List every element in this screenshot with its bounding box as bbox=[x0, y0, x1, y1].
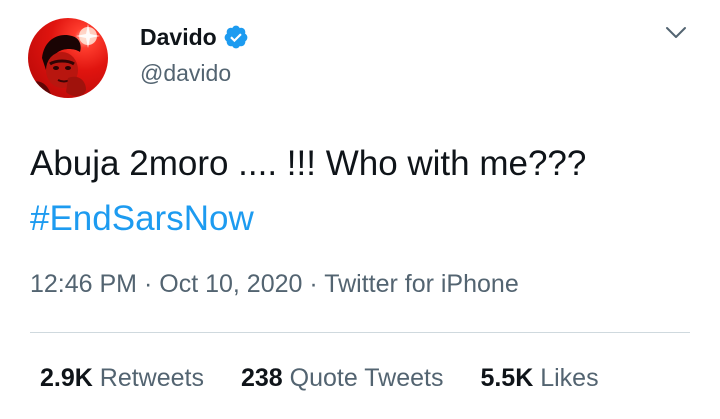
author-name[interactable]: Davido bbox=[140, 24, 217, 51]
tweet-source[interactable]: Twitter for iPhone bbox=[324, 270, 519, 298]
retweets-count: 2.9K bbox=[40, 364, 93, 392]
quote-tweets-stat[interactable]: 238 Quote Tweets bbox=[241, 364, 443, 393]
quote-tweets-count: 238 bbox=[240, 364, 283, 392]
hashtag-link[interactable]: #EndSarsNow bbox=[30, 191, 700, 246]
quote-tweets-label: Quote Tweets bbox=[289, 364, 444, 392]
author-row: Davido bbox=[140, 22, 249, 52]
avatar[interactable] bbox=[28, 18, 108, 98]
retweets-label: Retweets bbox=[99, 364, 204, 392]
tweet-text: Abuja 2moro .... !!! Who with me??? bbox=[30, 144, 587, 183]
likes-label: Likes bbox=[540, 364, 599, 392]
author-handle[interactable]: @davido bbox=[140, 60, 231, 87]
meta-separator-2: · bbox=[309, 270, 318, 298]
tweet-body: Abuja 2moro .... !!! Who with me??? #End… bbox=[30, 136, 700, 246]
verified-badge-icon bbox=[223, 24, 249, 50]
meta-separator: · bbox=[143, 270, 153, 298]
tweet-date[interactable]: Oct 10, 2020 bbox=[159, 270, 302, 298]
likes-stat[interactable]: 5.5K Likes bbox=[480, 364, 598, 393]
tweet-time[interactable]: 12:46 PM bbox=[30, 270, 137, 298]
retweets-stat[interactable]: 2.9K Retweets bbox=[40, 364, 204, 393]
chevron-down-icon[interactable] bbox=[664, 24, 688, 42]
tweet-meta: 12:46 PM · Oct 10, 2020 · Twitter for iP… bbox=[30, 270, 519, 299]
tweet-stats: 2.9K Retweets 238 Quote Tweets 5.5K Like… bbox=[40, 364, 599, 393]
divider bbox=[30, 332, 690, 333]
avatar-photo bbox=[28, 24, 100, 98]
likes-count: 5.5K bbox=[480, 364, 534, 392]
